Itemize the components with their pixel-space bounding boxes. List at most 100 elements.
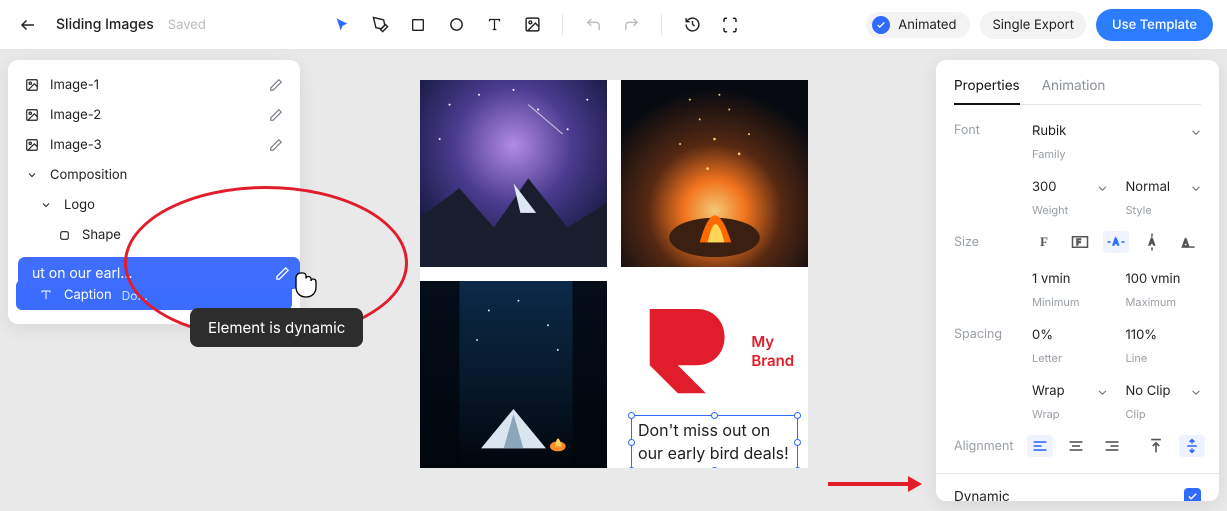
size-mode-scale[interactable]: A <box>1175 231 1201 253</box>
svg-text:A: A <box>1149 238 1155 248</box>
max-caption: Maximum <box>1126 295 1202 309</box>
clip-caption: Clip <box>1126 407 1202 421</box>
edit-icon[interactable] <box>268 137 284 153</box>
align-center[interactable] <box>1063 435 1089 457</box>
layer-image-2[interactable]: Image-2 <box>16 100 292 130</box>
canvas-brand-cell: My Brand Don't miss out on our early bir… <box>621 281 808 468</box>
canvas-image-3[interactable] <box>420 281 607 468</box>
font-label: Font <box>954 119 1018 138</box>
svg-text:F: F <box>1076 237 1081 247</box>
canvas-image-2[interactable] <box>621 80 808 267</box>
font-caption: Family <box>1032 147 1201 161</box>
size-label: Size <box>954 231 1017 250</box>
properties-tabs: Properties Animation <box>954 72 1201 105</box>
dynamic-tooltip: Element is dynamic <box>190 308 363 347</box>
layer-shape[interactable]: Shape <box>16 220 292 250</box>
align-right[interactable] <box>1099 435 1125 457</box>
line-input[interactable]: 110% <box>1126 323 1202 347</box>
wrap-select[interactable]: Wrap⌄ <box>1032 379 1108 403</box>
undo-button[interactable] <box>579 11 607 39</box>
layer-image-3[interactable]: Image-3 <box>16 130 292 160</box>
text-tool[interactable] <box>480 11 508 39</box>
annotation-arrow <box>824 474 922 494</box>
svg-text:A: A <box>1113 238 1119 248</box>
edit-icon[interactable] <box>274 265 290 281</box>
alignment-label: Alignment <box>954 435 1013 454</box>
animated-label: Animated <box>898 17 956 33</box>
tab-properties[interactable]: Properties <box>954 72 1020 104</box>
caption-text-box[interactable]: Don't miss out on our early bird deals! <box>631 415 798 468</box>
letter-caption: Letter <box>1032 351 1108 365</box>
max-size-input[interactable]: 100 vmin <box>1126 267 1202 291</box>
edit-icon[interactable] <box>268 77 284 93</box>
brand-icon <box>631 295 743 407</box>
layer-composition[interactable]: Composition <box>16 160 292 190</box>
ellipse-tool[interactable] <box>442 11 470 39</box>
text-icon <box>38 287 54 303</box>
image-icon <box>24 77 40 93</box>
layer-image-1[interactable]: Image-1 <box>16 70 292 100</box>
wrap-caption: Wrap <box>1032 407 1108 421</box>
layer-label: Image-3 <box>50 137 102 153</box>
brand-name: My Brand <box>751 332 798 370</box>
align-left[interactable] <box>1027 435 1053 457</box>
properties-panel: Properties Animation Font Rubik ⌄ Family… <box>936 60 1219 501</box>
separator <box>562 14 563 36</box>
shape-icon <box>56 227 72 243</box>
chevron-down-icon: ⌄ <box>1191 123 1201 139</box>
workspace: Image-1 Image-2 Image-3 Composition Logo… <box>0 50 1227 511</box>
layer-label: Image-1 <box>50 77 99 93</box>
tab-animation[interactable]: Animation <box>1042 72 1106 104</box>
chevron-down-icon: ⌄ <box>1097 383 1107 399</box>
layer-label: Logo <box>64 197 95 213</box>
back-button[interactable] <box>14 11 42 39</box>
size-mode-auto-width[interactable]: A <box>1103 231 1129 253</box>
image-icon <box>24 107 40 123</box>
dynamic-label: Dynamic <box>954 489 1010 502</box>
export-button[interactable]: Single Export <box>980 11 1086 39</box>
select-tool[interactable] <box>328 11 356 39</box>
canvas-image-1[interactable] <box>420 80 607 267</box>
letter-input[interactable]: 0% <box>1032 323 1108 347</box>
toolbar-left: Sliding Images Saved <box>14 11 206 39</box>
layer-label: Image-2 <box>50 107 101 123</box>
weight-select[interactable]: 300⌄ <box>1032 175 1108 199</box>
valign-bottom[interactable] <box>1215 435 1219 457</box>
redo-button[interactable] <box>617 11 645 39</box>
min-size-input[interactable]: 1 vmin <box>1032 267 1108 291</box>
layer-logo[interactable]: Logo <box>16 190 292 220</box>
style-select[interactable]: Normal⌄ <box>1126 175 1202 199</box>
valign-top[interactable] <box>1143 435 1169 457</box>
use-template-button[interactable]: Use Template <box>1096 9 1213 41</box>
canvas[interactable]: My Brand Don't miss out on our early bir… <box>420 80 808 468</box>
clip-select[interactable]: No Clip⌄ <box>1126 379 1202 403</box>
edit-icon[interactable] <box>268 107 284 123</box>
size-mode-fixed[interactable]: F <box>1031 231 1057 253</box>
layer-label: Composition <box>50 167 127 183</box>
top-toolbar: Sliding Images Saved <box>0 0 1227 50</box>
dynamic-checkbox[interactable] <box>1184 488 1201 501</box>
svg-text:A: A <box>1183 237 1189 247</box>
valign-middle[interactable] <box>1179 435 1205 457</box>
size-mode-auto-height[interactable]: A <box>1139 231 1165 253</box>
image-icon <box>24 137 40 153</box>
history-button[interactable] <box>678 11 706 39</box>
api-button[interactable] <box>716 11 744 39</box>
size-mode-fit[interactable]: F <box>1067 231 1093 253</box>
layer-label: Shape <box>82 227 121 243</box>
min-caption: Minimum <box>1032 295 1108 309</box>
layer-hover-preview[interactable]: ut on our earl… <box>18 257 300 289</box>
chevron-down-icon: ⌄ <box>1191 383 1201 399</box>
project-title[interactable]: Sliding Images <box>56 16 154 33</box>
rectangle-tool[interactable] <box>404 11 432 39</box>
hover-preview-text: ut on our earl… <box>32 265 132 282</box>
image-tool[interactable] <box>518 11 546 39</box>
layer-subtext: Do… <box>122 288 148 303</box>
toolbar-center <box>220 11 852 39</box>
check-icon <box>872 16 890 34</box>
chevron-down-icon: ⌄ <box>1191 179 1201 195</box>
animated-toggle[interactable]: Animated <box>866 12 970 38</box>
pen-tool[interactable] <box>366 11 394 39</box>
font-select[interactable]: Rubik ⌄ <box>1032 119 1201 143</box>
layer-label: Caption <box>64 287 112 303</box>
